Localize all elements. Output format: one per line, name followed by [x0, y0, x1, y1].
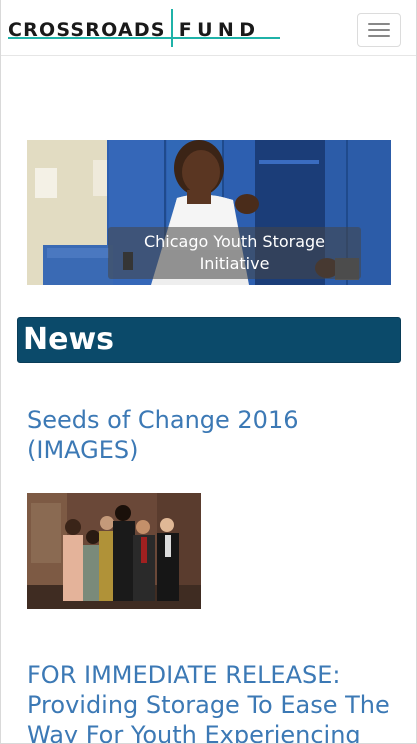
article-title-link[interactable]: Seeds of Change 2016 (IMAGES) [27, 405, 402, 465]
menu-toggle-button[interactable] [357, 13, 401, 47]
article-thumbnail[interactable] [27, 493, 201, 609]
article-title-link[interactable]: FOR IMMEDIATE RELEASE: Providing Storage… [27, 660, 402, 743]
logo-text-left: CROSSROADS [8, 18, 166, 41]
hamburger-menu-icon-line [368, 35, 390, 37]
page-frame: CROSSROADS FUND Chicago Youth Storage In… [0, 0, 417, 744]
site-logo[interactable]: CROSSROADS FUND [8, 9, 280, 47]
logo-text-right: FUND [178, 18, 261, 41]
hamburger-menu-icon [368, 23, 390, 25]
hamburger-menu-icon-line [368, 29, 390, 31]
hero-caption: Chicago Youth Storage Initiative [108, 227, 361, 279]
navbar: CROSSROADS FUND [1, 0, 416, 56]
article-thumbnail-photo [27, 493, 201, 609]
news-banner: News [17, 317, 401, 363]
news-heading: News [23, 322, 115, 357]
logo-divider [170, 9, 173, 47]
hero-image[interactable]: Chicago Youth Storage Initiative [27, 140, 391, 285]
